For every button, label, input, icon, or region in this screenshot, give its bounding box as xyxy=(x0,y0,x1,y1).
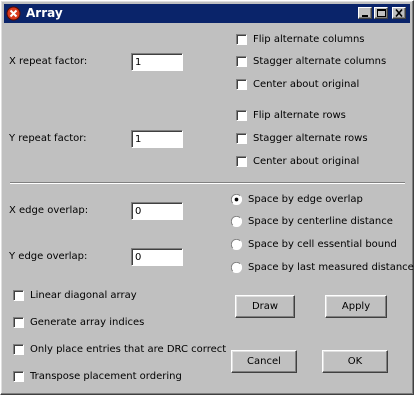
x-overlap-input[interactable] xyxy=(131,202,183,220)
cancel-button[interactable]: Cancel xyxy=(231,350,297,373)
window-title: Array xyxy=(26,6,63,20)
close-button[interactable] xyxy=(392,7,406,19)
array-indices-checkbox[interactable] xyxy=(13,317,24,328)
maximize-button[interactable] xyxy=(374,7,388,19)
stagger-columns-label: Stagger alternate columns xyxy=(253,56,387,67)
apply-button[interactable]: Apply xyxy=(325,295,387,318)
space-centerline-radio[interactable] xyxy=(230,215,243,228)
y-repeat-input[interactable] xyxy=(131,130,183,148)
drc-correct-checkbox[interactable] xyxy=(13,344,24,355)
y-repeat-label: Y repeat factor: xyxy=(9,133,87,144)
space-last-measured-radio[interactable] xyxy=(230,261,243,274)
title-bar[interactable]: Array xyxy=(4,4,410,23)
x-overlap-label: X edge overlap: xyxy=(9,205,89,216)
space-essential-bound-label: Space by cell essential bound xyxy=(248,239,397,250)
transpose-ordering-checkbox[interactable] xyxy=(13,371,24,382)
x-repeat-label: X repeat factor: xyxy=(9,56,88,67)
minimize-button[interactable] xyxy=(358,7,372,19)
center-rows-label: Center about original xyxy=(253,156,360,167)
transpose-ordering-label: Transpose placement ordering xyxy=(30,371,182,382)
y-overlap-label: Y edge overlap: xyxy=(9,251,88,262)
flip-rows-checkbox[interactable] xyxy=(236,110,247,121)
stagger-rows-checkbox[interactable] xyxy=(236,133,247,144)
space-essential-bound-radio[interactable] xyxy=(230,238,243,251)
stagger-rows-label: Stagger alternate rows xyxy=(253,133,368,144)
stagger-columns-checkbox[interactable] xyxy=(236,56,247,67)
linear-diagonal-label: Linear diagonal array xyxy=(30,290,137,301)
separator xyxy=(10,182,405,184)
center-columns-checkbox[interactable] xyxy=(236,79,247,90)
space-edge-overlap-label: Space by edge overlap xyxy=(248,194,363,205)
space-last-measured-label: Space by last measured distance xyxy=(248,262,414,273)
ok-button[interactable]: OK xyxy=(322,350,388,373)
draw-button[interactable]: Draw xyxy=(235,295,295,318)
center-rows-checkbox[interactable] xyxy=(236,156,247,167)
array-indices-label: Generate array indices xyxy=(30,317,145,328)
flip-columns-checkbox[interactable] xyxy=(236,34,247,45)
array-dialog: Array X repeat factor: Flip alternate co… xyxy=(0,0,414,395)
flip-columns-label: Flip alternate columns xyxy=(253,34,365,45)
space-edge-overlap-radio[interactable] xyxy=(230,193,243,206)
center-columns-label: Center about original xyxy=(253,79,360,90)
x-repeat-input[interactable] xyxy=(131,53,183,71)
linear-diagonal-checkbox[interactable] xyxy=(13,290,24,301)
drc-correct-label: Only place entries that are DRC correct xyxy=(30,344,227,355)
y-overlap-input[interactable] xyxy=(131,248,183,266)
flip-rows-label: Flip alternate rows xyxy=(253,110,346,121)
app-logo-icon xyxy=(6,6,21,21)
space-centerline-label: Space by centerline distance xyxy=(248,216,393,227)
